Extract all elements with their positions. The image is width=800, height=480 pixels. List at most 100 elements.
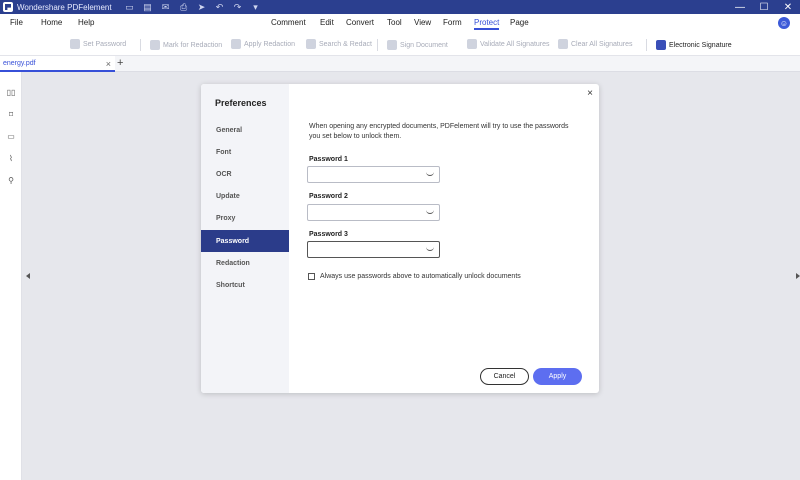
new-tab-button[interactable]: +: [117, 57, 123, 69]
folder-icon[interactable]: ▭: [124, 1, 136, 13]
clear-all-signatures-button[interactable]: Clear All Signatures: [558, 39, 632, 49]
print-icon[interactable]: ⎙: [178, 1, 190, 13]
menu-convert[interactable]: Convert: [346, 18, 374, 27]
menu-protect[interactable]: Protect: [474, 18, 500, 30]
menu-edit[interactable]: Edit: [320, 18, 334, 27]
menu-file[interactable]: File: [10, 18, 23, 27]
minimize-button[interactable]: —: [728, 0, 752, 14]
redo-icon[interactable]: ↷: [232, 1, 244, 13]
password1-field[interactable]: [307, 166, 440, 183]
password1-input[interactable]: [311, 167, 421, 182]
redaction-mark-icon: [150, 40, 160, 50]
nav-item-general[interactable]: General: [201, 119, 289, 141]
nav-item-font[interactable]: Font: [201, 141, 289, 163]
search-redact-button[interactable]: Search & Redact: [306, 39, 372, 49]
nav-item-password[interactable]: Password: [201, 230, 289, 252]
password3-field[interactable]: [307, 241, 440, 258]
window-controls: — ☐ ✕: [728, 0, 800, 14]
user-avatar-icon[interactable]: ☺: [778, 17, 790, 29]
password2-input[interactable]: [311, 205, 421, 220]
set-password-button[interactable]: Set Password: [70, 39, 126, 49]
tab-energy-pdf[interactable]: energy.pdf ×: [0, 56, 115, 72]
sign-icon: [387, 40, 397, 50]
menu-comment[interactable]: Comment: [271, 18, 306, 27]
protect-toolbar: Set Password Mark for Redaction Apply Re…: [0, 32, 800, 56]
close-tab-icon[interactable]: ×: [106, 59, 111, 69]
maximize-button[interactable]: ☐: [752, 0, 776, 14]
apply-redaction-label: Apply Redaction: [244, 40, 295, 48]
document-tab-bar: energy.pdf × +: [0, 56, 800, 72]
menu-home[interactable]: Home: [41, 18, 62, 27]
password3-input[interactable]: [311, 242, 421, 257]
validate-all-label: Validate All Signatures: [480, 40, 550, 48]
password-description: When opening any encrypted documents, PD…: [309, 123, 569, 140]
menu-help[interactable]: Help: [78, 18, 94, 27]
hidden-eye-icon[interactable]: [426, 172, 434, 176]
auto-unlock-label: Always use passwords above to automatica…: [320, 273, 521, 280]
expand-right-arrow-icon[interactable]: [796, 273, 800, 279]
hidden-eye-icon[interactable]: [426, 210, 434, 214]
send-icon[interactable]: ➤: [196, 1, 208, 13]
dropdown-icon[interactable]: ▾: [250, 1, 262, 13]
apply-button[interactable]: Apply: [533, 368, 582, 385]
expand-left-arrow-icon[interactable]: [26, 273, 30, 279]
set-password-label: Set Password: [83, 40, 127, 48]
password1-label: Password 1: [309, 156, 348, 163]
password3-label: Password 3: [309, 231, 348, 238]
nav-item-redaction[interactable]: Redaction: [201, 252, 289, 274]
search-redact-label: Search & Redact: [319, 40, 372, 48]
clear-all-label: Clear All Signatures: [571, 40, 633, 48]
electronic-signature-label: Electronic Signature: [669, 41, 732, 49]
title-bar: Wondershare PDFelement ▭ ▤ ✉ ⎙ ➤ ↶ ↷ ▾ —…: [0, 0, 800, 14]
menu-page[interactable]: Page: [510, 18, 529, 27]
apply-redaction-button[interactable]: Apply Redaction: [231, 39, 295, 49]
comment-icon[interactable]: ▭: [5, 130, 17, 142]
password2-field[interactable]: [307, 204, 440, 221]
menu-view[interactable]: View: [414, 18, 431, 27]
attachment-icon[interactable]: ⌇: [5, 152, 17, 164]
search-redact-icon: [306, 39, 316, 49]
menu-tool[interactable]: Tool: [387, 18, 402, 27]
thumbnails-icon[interactable]: ▯▯: [5, 86, 17, 98]
save-icon[interactable]: ▤: [142, 1, 154, 13]
sign-document-label: Sign Document: [400, 41, 448, 49]
nav-item-ocr[interactable]: OCR: [201, 163, 289, 185]
clear-signatures-icon: [558, 39, 568, 49]
toolbar-divider: [140, 39, 141, 51]
app-logo-icon: [3, 2, 13, 12]
toolbar-divider: [646, 39, 647, 51]
check-icon: [231, 39, 241, 49]
mark-for-redaction-button[interactable]: Mark for Redaction: [140, 39, 222, 51]
nav-item-update[interactable]: Update: [201, 185, 289, 207]
mark-for-redaction-label: Mark for Redaction: [163, 41, 223, 49]
validate-all-signatures-button[interactable]: Validate All Signatures: [467, 39, 550, 49]
cancel-button[interactable]: Cancel: [480, 368, 529, 385]
electronic-signature-button[interactable]: Electronic Signature: [646, 39, 732, 51]
menu-form[interactable]: Form: [443, 18, 462, 27]
preferences-nav: Preferences General Font OCR Update Prox…: [201, 84, 289, 393]
dialog-title: Preferences: [215, 98, 267, 108]
toolbar-divider: [377, 39, 378, 51]
left-sidebar: ▯▯ ⌑ ▭ ⌇ ⚲: [0, 72, 22, 480]
nav-item-shortcut[interactable]: Shortcut: [201, 274, 289, 296]
lock-icon: [70, 39, 80, 49]
auto-unlock-checkbox[interactable]: [308, 273, 315, 280]
close-window-button[interactable]: ✕: [776, 0, 800, 14]
auto-unlock-option[interactable]: Always use passwords above to automatica…: [308, 273, 521, 280]
close-dialog-icon[interactable]: ×: [587, 88, 593, 99]
mail-icon[interactable]: ✉: [160, 1, 172, 13]
tab-label: energy.pdf: [3, 59, 36, 67]
menu-bar: File Home Help Comment Edit Convert Tool…: [0, 14, 800, 32]
quick-access-toolbar: ▭ ▤ ✉ ⎙ ➤ ↶ ↷ ▾: [124, 1, 262, 13]
search-icon[interactable]: ⚲: [5, 174, 17, 186]
bookmark-icon[interactable]: ⌑: [5, 108, 17, 120]
app-title: Wondershare PDFelement: [17, 2, 112, 12]
electronic-signature-icon: [656, 40, 666, 50]
hidden-eye-icon[interactable]: [426, 247, 434, 251]
validate-icon: [467, 39, 477, 49]
nav-item-proxy[interactable]: Proxy: [201, 207, 289, 229]
preferences-dialog: Preferences General Font OCR Update Prox…: [201, 84, 599, 393]
undo-icon[interactable]: ↶: [214, 1, 226, 13]
password2-label: Password 2: [309, 193, 348, 200]
sign-document-button[interactable]: Sign Document: [377, 39, 448, 51]
